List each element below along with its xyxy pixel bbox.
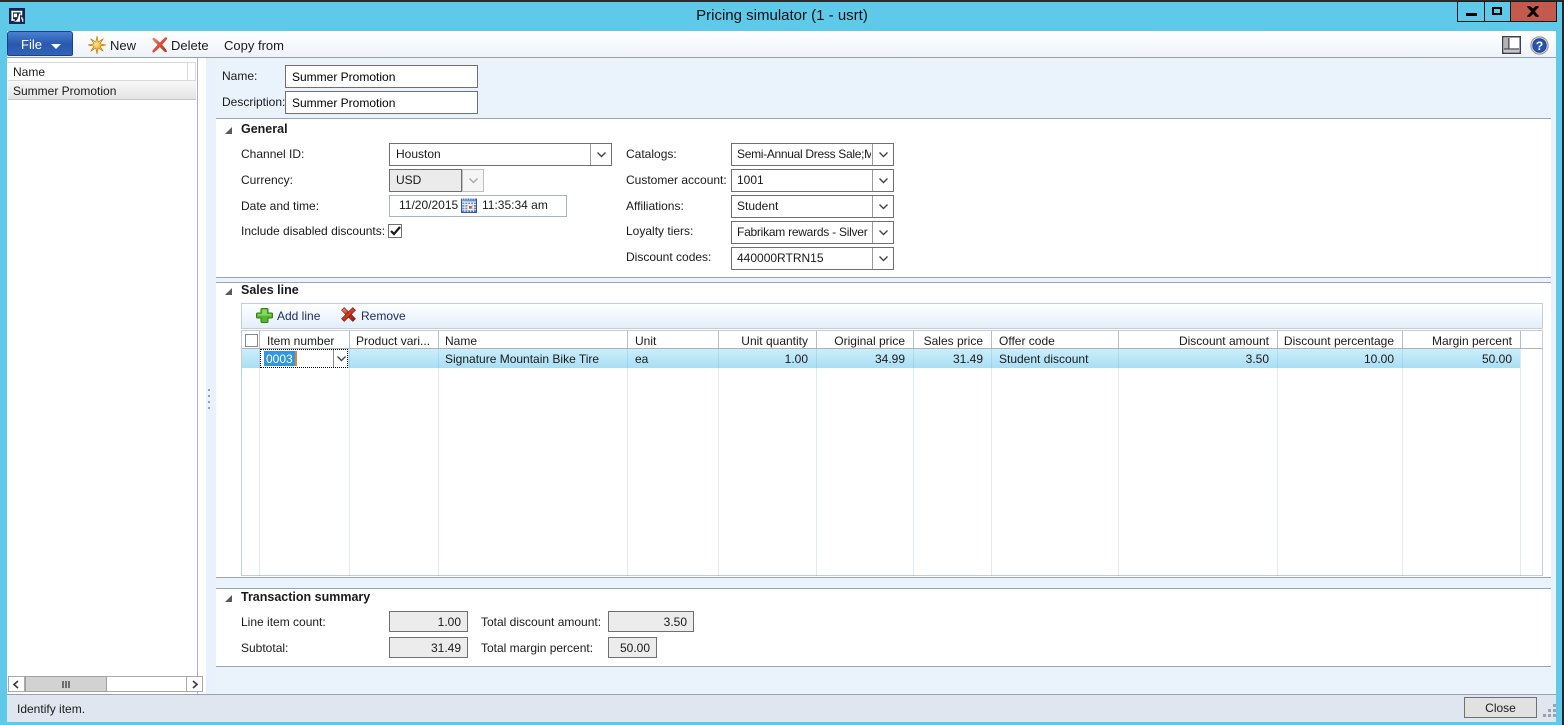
svg-text:?: ?	[1536, 39, 1543, 53]
